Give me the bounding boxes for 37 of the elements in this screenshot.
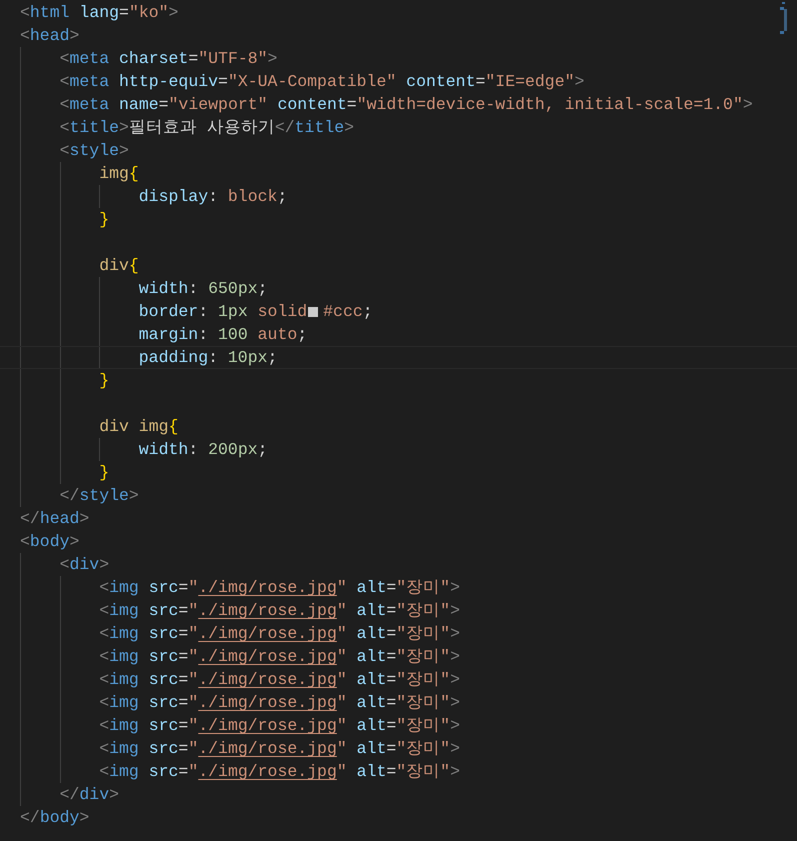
code-text: <body>	[20, 531, 80, 553]
code-text: <img src="./img/rose.jpg" alt="장미">	[99, 738, 460, 760]
code-text: </body>	[20, 807, 90, 829]
code-text: </style>	[60, 485, 139, 507]
code-text: padding: 10px;	[138, 347, 278, 369]
code-text: margin: 100 auto;	[138, 324, 308, 346]
code-text: }	[99, 209, 110, 231]
code-text: <img src="./img/rose.jpg" alt="장미">	[99, 600, 460, 622]
code-text: div img{	[99, 416, 178, 438]
code-text: <img src="./img/rose.jpg" alt="장미">	[99, 692, 460, 714]
code-text: border: 1px solid	[138, 301, 308, 323]
code-text: width: 200px;	[138, 439, 268, 461]
code-text: }	[99, 370, 110, 392]
code-text: <html lang="ko">	[20, 2, 178, 24]
code-text: <img src="./img/rose.jpg" alt="장미">	[99, 761, 460, 783]
code-text: div{	[99, 255, 139, 277]
code-text: <meta name="viewport" content="width=device-width, initial-scale=1.0">	[60, 94, 753, 116]
code-text: <style>	[60, 140, 129, 162]
code-text: <meta charset="UTF-8">	[60, 48, 278, 70]
code-text: <title>필터효과 사용하기</title>	[60, 117, 354, 139]
code-text: <head>	[20, 25, 80, 47]
code-text: display: block;	[138, 186, 288, 208]
code-text: <img src="./img/rose.jpg" alt="장미">	[99, 669, 460, 691]
color-swatch-icon[interactable]	[307, 306, 320, 318]
code-text: }	[99, 462, 110, 484]
code-text: <img src="./img/rose.jpg" alt="장미">	[99, 623, 460, 645]
code-text: <img src="./img/rose.jpg" alt="장미">	[99, 715, 460, 737]
code-text: <div>	[60, 554, 110, 576]
code-text: </div>	[60, 784, 120, 806]
minimap-drawing	[780, 2, 787, 34]
code-text: <img src="./img/rose.jpg" alt="장미">	[99, 646, 460, 668]
code-text: </head>	[20, 508, 90, 530]
code-text: img{	[99, 163, 139, 185]
code-text: width: 650px;	[138, 278, 268, 300]
code-text: <img src="./img/rose.jpg" alt="장미">	[99, 577, 460, 599]
code-text: #ccc;	[323, 301, 373, 323]
code-text: <meta http-equiv="X-UA-Compatible" content="IE=edge">	[60, 71, 584, 93]
